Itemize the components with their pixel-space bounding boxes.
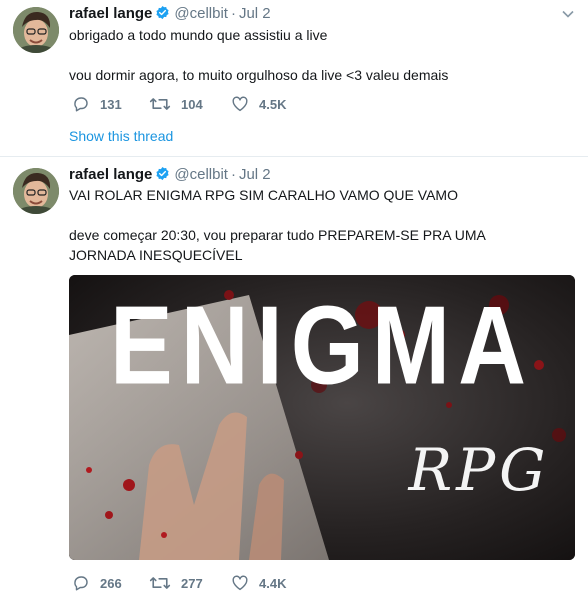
tweet[interactable]: rafael lange @cellbit · Jul 2 obrigado a to… [0,0,588,156]
show-thread-link[interactable]: Show this thread [69,128,173,144]
handle[interactable]: @cellbit [174,166,228,183]
like-button[interactable]: 4.5K [231,95,286,113]
media-image[interactable]: ENIGMA RPG [69,275,575,560]
verified-badge-icon [155,5,170,24]
tweet-text-line: deve começar 20:30, vou preparar tudo PR… [69,227,486,263]
tweet-text-line: vou dormir agora, to muito orgulhoso da … [69,67,449,83]
reply-count: 131 [100,96,122,112]
tweet-text: VAI ROLAR ENIGMA RPG SIM CARALHO VAMO QU… [69,185,569,265]
like-count: 4.4K [259,575,287,591]
tweet-actions: 266 277 4.4K [69,574,469,596]
reply-button[interactable]: 131 [72,95,122,113]
like-icon [232,575,248,591]
media-title: ENIGMA [110,283,534,407]
retweet-count: 104 [181,96,203,112]
retweet-count: 277 [181,575,203,591]
verified-badge-icon [155,166,170,185]
display-name[interactable]: rafael lange [69,5,152,22]
reply-button[interactable]: 266 [72,574,122,592]
tweet-text-line: obrigado a todo mundo que assistiu a liv… [69,27,328,43]
timestamp[interactable]: Jul 2 [239,166,271,183]
separator: · [230,5,236,22]
tweet-text: obrigado a todo mundo que assistiu a liv… [69,25,569,85]
tweet-actions: 131 104 4.5K [69,95,469,117]
retweet-icon [149,98,171,110]
like-count: 4.5K [259,96,287,112]
timestamp[interactable]: Jul 2 [239,5,271,22]
retweet-icon [149,577,171,589]
separator: · [230,166,236,183]
tweet-header: rafael lange @cellbit · Jul 2 [69,5,271,25]
like-button[interactable]: 4.4K [231,574,286,592]
reply-count: 266 [100,575,122,591]
like-icon [232,96,248,112]
tweet-header: rafael lange @cellbit · Jul 2 [69,166,271,186]
display-name[interactable]: rafael lange [69,166,152,183]
tweet[interactable]: rafael lange @cellbit · Jul 2 VAI ROLAR ENI… [0,156,588,600]
caret-down-icon[interactable] [562,7,574,21]
avatar[interactable] [13,168,59,214]
tweet-text-line: VAI ROLAR ENIGMA RPG SIM CARALHO VAMO QU… [69,187,458,203]
handle[interactable]: @cellbit [174,5,228,22]
retweet-button[interactable]: 277 [149,574,203,592]
media-subtitle: RPG [407,436,549,504]
avatar[interactable] [13,7,59,53]
retweet-button[interactable]: 104 [149,95,203,113]
reply-icon [74,97,88,112]
reply-icon [74,576,88,591]
